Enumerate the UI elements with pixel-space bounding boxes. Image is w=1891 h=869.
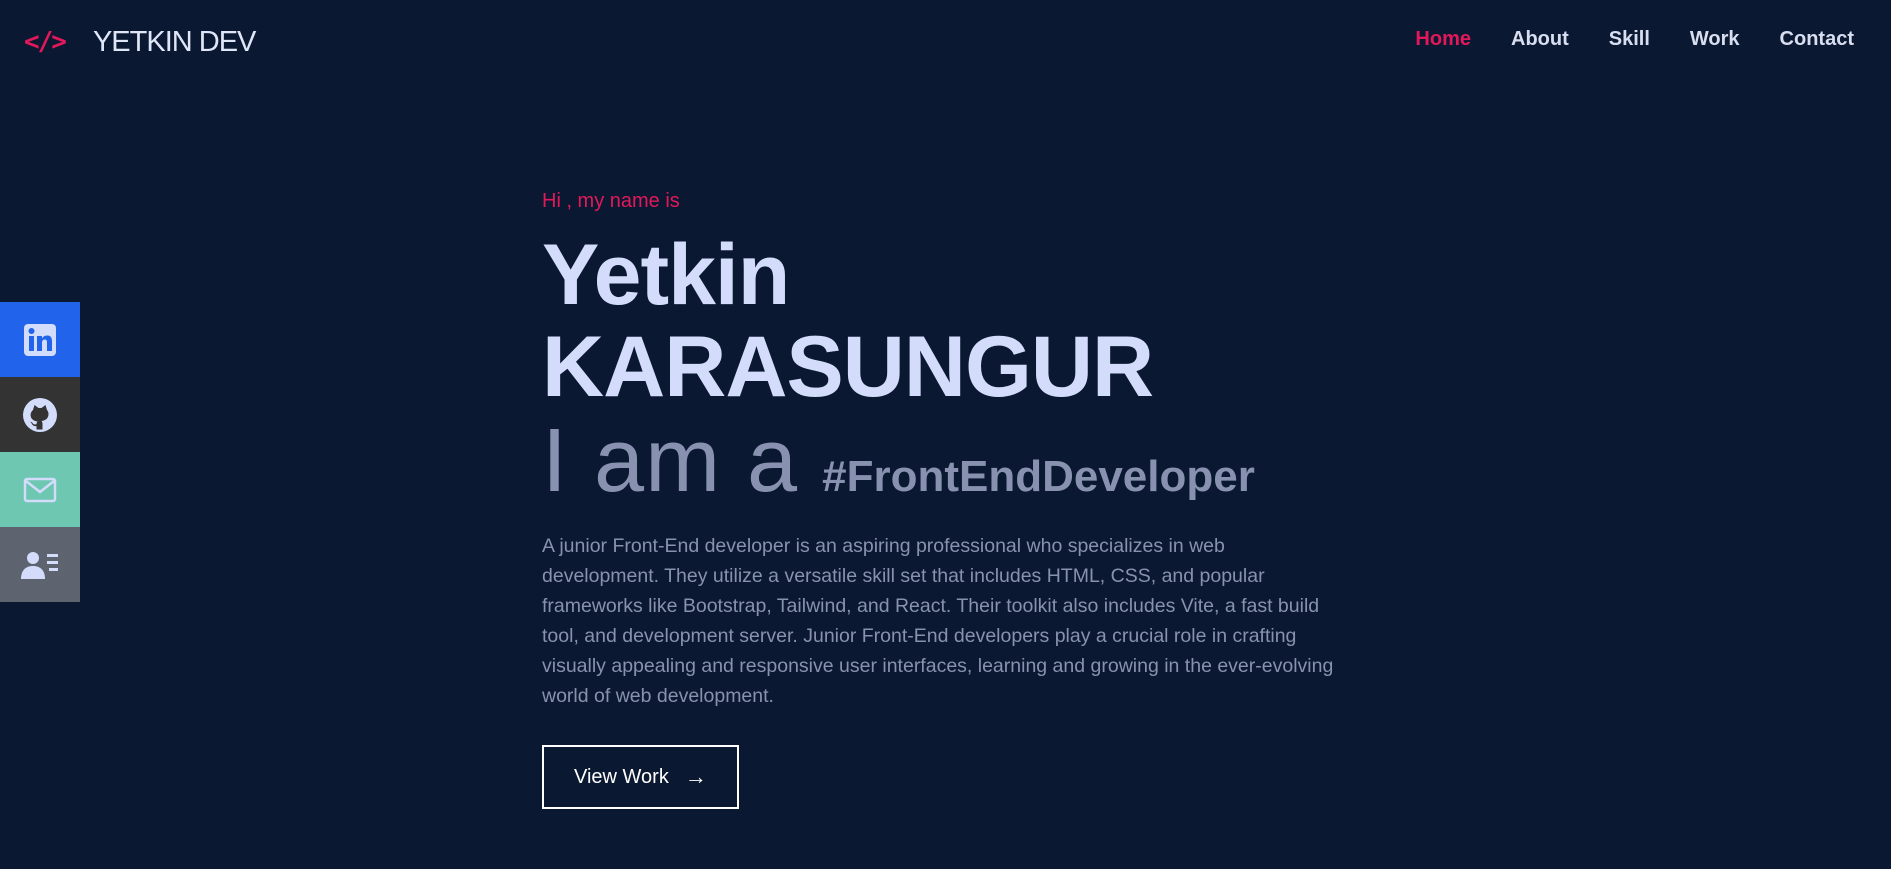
linkedin-icon [24,323,56,356]
nav-item-about[interactable]: About [1511,28,1569,51]
greeting: Hi , my name is [542,190,680,212]
nav-item-home[interactable]: Home [1415,28,1471,51]
hero-description: A junior Front-End developer is an aspir… [542,535,1334,707]
contact-card-link[interactable] [0,527,80,602]
hero-section: Hi , my name is Yetkin KARASUNGUR I am a… [542,190,1352,809]
last-name: KARASUNGUR [542,319,1154,415]
main-nav: Home About Skill Work Contact [1415,28,1854,51]
arrow-right-icon: → [684,764,707,789]
hero-name: Yetkin KARASUNGUR [542,229,1352,413]
github-link[interactable] [0,377,80,452]
role-line: I am a #FrontEndDeveloper [542,413,1352,509]
role-tag: #FrontEndDeveloper [822,452,1255,501]
email-link[interactable] [0,452,80,527]
nav-item-work[interactable]: Work [1690,28,1740,51]
role-prefix: I am a [542,411,799,511]
nav-item-contact[interactable]: Contact [1780,28,1854,51]
github-icon [23,397,57,432]
social-sidebar [0,302,80,602]
code-icon: </> [24,27,67,57]
contact-card-icon [21,551,58,579]
email-icon [23,477,57,502]
logo-text: YETKIN DEV [92,25,256,58]
nav-item-skill[interactable]: Skill [1609,28,1650,51]
logo[interactable]: </> YETKIN DEV [24,25,256,58]
linkedin-link[interactable] [0,302,80,377]
site-header: </> YETKIN DEV Home About Skill Work Con… [0,0,1891,86]
first-name: Yetkin [542,227,790,323]
view-work-label: View Work [574,765,669,788]
view-work-button[interactable]: View Work → [542,745,739,809]
